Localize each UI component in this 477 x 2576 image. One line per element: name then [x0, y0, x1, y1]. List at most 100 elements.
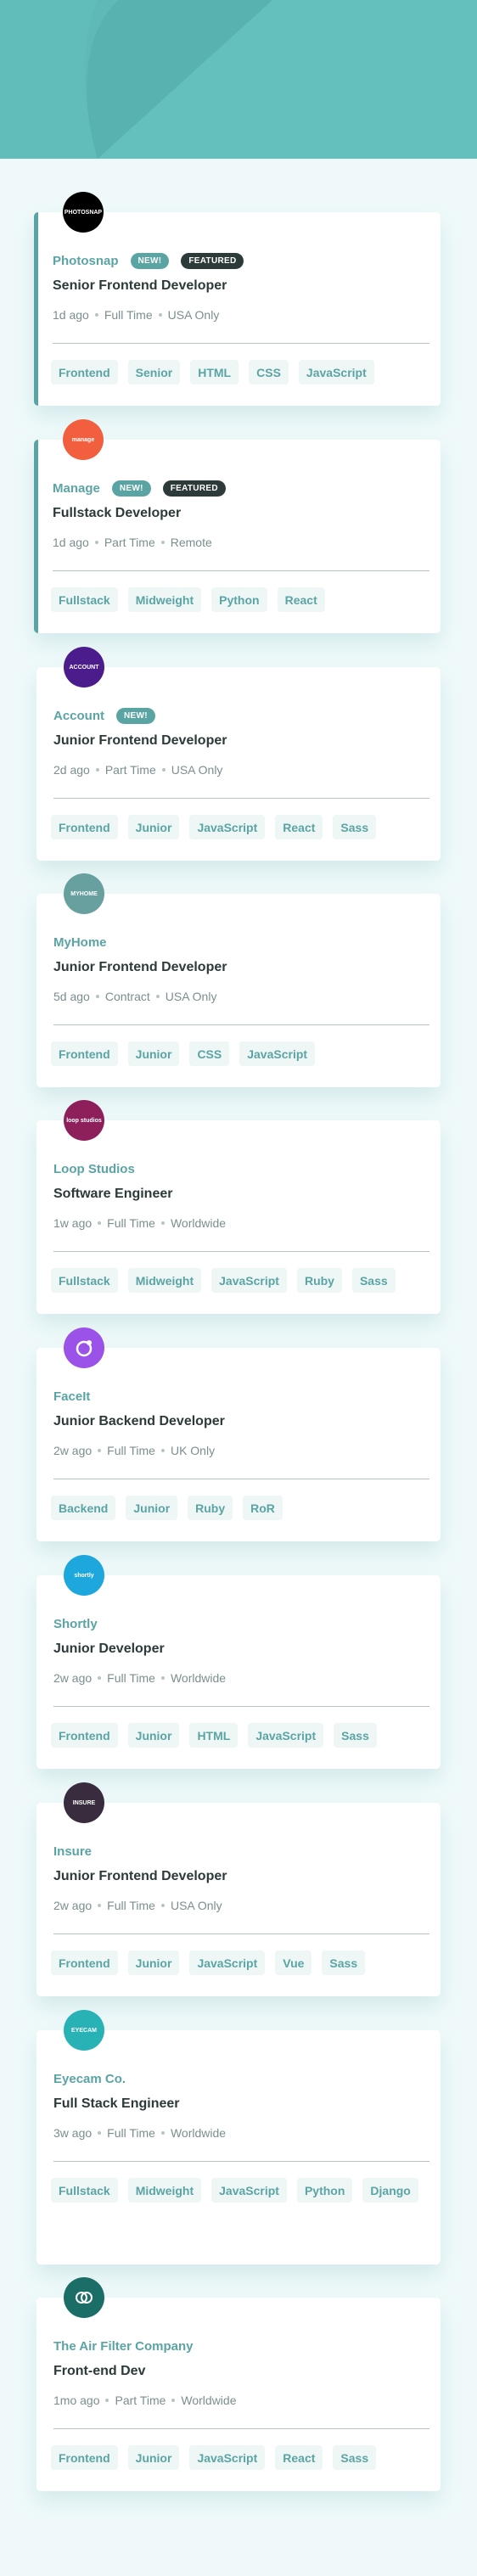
filter-tag[interactable]: CSS	[189, 1041, 230, 1067]
job-title[interactable]: Front-end Dev	[53, 2364, 145, 2379]
job-title[interactable]: Junior Backend Developer	[53, 1414, 225, 1429]
filter-tag[interactable]: JavaScript	[248, 1723, 324, 1748]
filter-tag[interactable]: Junior	[127, 2445, 180, 2471]
contract-type: Contract	[104, 990, 150, 1003]
job-title[interactable]: Senior Frontend Developer	[53, 278, 227, 294]
filter-tag[interactable]: Sass	[333, 815, 377, 840]
posted-at: 1d ago	[53, 308, 89, 322]
company-name[interactable]: Shortly	[53, 1617, 98, 1631]
meta-separator	[98, 1221, 102, 1225]
company-logo: PHOTOSNAP	[63, 192, 104, 233]
job-title[interactable]: Fullstack Developer	[53, 506, 181, 521]
job-title[interactable]: Software Engineer	[53, 1187, 172, 1202]
company-name[interactable]: Insure	[53, 1844, 92, 1859]
filter-tag[interactable]: Fullstack	[51, 1268, 118, 1294]
company-logo	[64, 2277, 104, 2318]
company-name[interactable]: FaceIt	[53, 1389, 90, 1404]
filter-tag[interactable]: HTML	[189, 1723, 238, 1748]
company-name[interactable]: Manage	[53, 481, 100, 496]
filter-tag[interactable]: JavaScript	[298, 360, 374, 385]
meta-separator	[161, 768, 166, 772]
job-title[interactable]: Junior Developer	[53, 1642, 165, 1657]
filter-tag[interactable]: Midweight	[127, 587, 202, 613]
job-title[interactable]: Full Stack Engineer	[53, 2096, 179, 2112]
filter-tag[interactable]: Fullstack	[51, 587, 118, 613]
job-card[interactable]: PHOTOSNAP Photosnap NEW! FEATURED Senior Fro…	[34, 192, 441, 406]
filter-tag[interactable]: JavaScript	[189, 815, 266, 840]
contract-type: Part Time	[104, 536, 155, 549]
filter-tag[interactable]: Midweight	[127, 1268, 202, 1294]
job-location: USA Only	[165, 990, 217, 1003]
filter-tag[interactable]: Junior	[127, 815, 180, 840]
filter-tag[interactable]: Midweight	[127, 2178, 202, 2203]
filter-tag[interactable]: Frontend	[51, 1950, 118, 1976]
filter-tag[interactable]: RoR	[243, 1496, 283, 1521]
filter-tag[interactable]: Frontend	[51, 360, 118, 385]
filter-tag[interactable]: Sass	[334, 1723, 377, 1748]
posted-at: 3w ago	[53, 2126, 93, 2140]
meta-separator	[98, 2131, 102, 2135]
filter-tag[interactable]: Sass	[351, 1268, 396, 1294]
header-banner	[0, 0, 477, 159]
company-logo: manage	[63, 419, 104, 460]
filter-tag[interactable]: JavaScript	[189, 2445, 266, 2471]
filter-tag[interactable]: JavaScript	[239, 1041, 316, 1067]
filter-tag[interactable]: Sass	[322, 1950, 366, 1976]
job-card[interactable]: MYHOME MyHome Junior Frontend Developer 5d …	[36, 873, 441, 1087]
filter-tag[interactable]: React	[275, 2445, 323, 2471]
filter-tag[interactable]: Python	[211, 587, 267, 613]
company-name[interactable]: MyHome	[53, 935, 107, 950]
job-card[interactable]: EYECAM Eyecam Co. Full Stack Engineer 3w ag…	[36, 2010, 441, 2265]
filter-tag[interactable]: CSS	[249, 360, 289, 385]
filter-tag[interactable]: Junior	[127, 1041, 180, 1067]
filter-tag[interactable]: Vue	[275, 1950, 312, 1976]
job-card[interactable]: FaceIt Junior Backend Developer 2w ago Full…	[36, 1327, 441, 1541]
filter-tag[interactable]: Junior	[127, 1723, 180, 1748]
job-card[interactable]: The Air Filter Company Front-end Dev 1mo a…	[36, 2277, 441, 2491]
meta-separator	[160, 1449, 165, 1452]
filter-tag[interactable]: Junior	[127, 1950, 180, 1976]
job-title[interactable]: Junior Frontend Developer	[53, 733, 227, 749]
company-row: Eyecam Co.	[53, 2069, 126, 2088]
filter-tag[interactable]: Frontend	[51, 1041, 118, 1067]
filter-tag[interactable]: JavaScript	[189, 1950, 266, 1976]
card-divider	[53, 1706, 429, 1707]
job-card[interactable]: shortly Shortly Junior Developer 2w ago Full…	[36, 1555, 441, 1769]
meta-separator	[94, 541, 98, 544]
filter-tag[interactable]: Frontend	[51, 1723, 118, 1748]
company-row: Loop Studios	[53, 1159, 135, 1178]
filter-tag[interactable]: Python	[296, 2178, 353, 2203]
job-location: Worldwide	[170, 2126, 227, 2140]
job-card[interactable]: manage Manage NEW! FEATURED Fullstack Develo…	[34, 419, 441, 633]
filter-tag[interactable]: Django	[362, 2178, 418, 2203]
filter-tag[interactable]: Frontend	[51, 815, 118, 840]
job-card[interactable]: ACCOUNT Account NEW! Junior Frontend Develo…	[36, 647, 441, 861]
filter-tag[interactable]: Junior	[126, 1496, 178, 1521]
job-title[interactable]: Junior Frontend Developer	[53, 960, 227, 975]
company-name[interactable]: Eyecam Co.	[53, 2072, 126, 2086]
job-title[interactable]: Junior Frontend Developer	[53, 1869, 227, 1884]
filter-tag[interactable]: JavaScript	[211, 1268, 287, 1294]
filter-tag[interactable]: HTML	[190, 360, 239, 385]
job-location: USA Only	[170, 1899, 222, 1912]
filter-tag[interactable]: Frontend	[51, 2445, 118, 2471]
company-name[interactable]: The Air Filter Company	[53, 2339, 193, 2354]
tag-list: Backend Junior Ruby RoR	[51, 1496, 429, 1521]
filter-tag[interactable]: React	[275, 815, 323, 840]
company-name[interactable]: Loop Studios	[53, 1162, 135, 1176]
company-name[interactable]: Account	[53, 709, 104, 723]
job-card[interactable]: INSURE Insure Junior Frontend Developer 2w …	[36, 1782, 441, 1996]
company-name[interactable]: Photosnap	[53, 254, 119, 268]
job-location: UK Only	[170, 1444, 216, 1457]
posted-at: 5d ago	[53, 990, 90, 1003]
filter-tag[interactable]: Fullstack	[51, 2178, 118, 2203]
filter-tag[interactable]: Ruby	[296, 1268, 342, 1294]
filter-tag[interactable]: Sass	[333, 2445, 377, 2471]
filter-tag[interactable]: Senior	[127, 360, 181, 385]
filter-tag[interactable]: Backend	[51, 1496, 116, 1521]
job-card[interactable]: loop studios Loop Studios Software Enginee…	[36, 1100, 441, 1314]
company-row: Photosnap NEW! FEATURED	[53, 251, 244, 270]
filter-tag[interactable]: JavaScript	[211, 2178, 287, 2203]
filter-tag[interactable]: Ruby	[188, 1496, 233, 1521]
filter-tag[interactable]: React	[277, 587, 325, 613]
